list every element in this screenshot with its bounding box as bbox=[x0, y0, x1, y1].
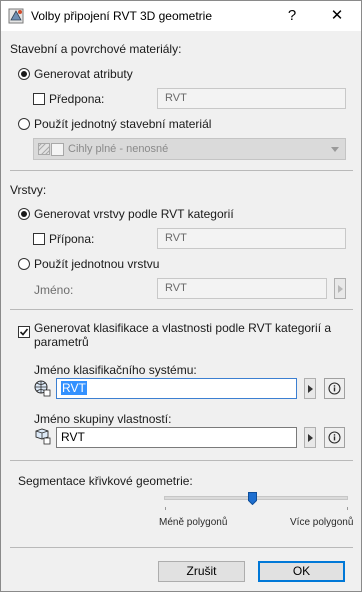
property-group-icon bbox=[35, 428, 51, 445]
title-bar: Volby připojení RVT 3D geometrie ? ✕ bbox=[1, 1, 361, 31]
segmentation-min-label: Méně polygonů bbox=[159, 517, 228, 528]
classification-system-value: RVT bbox=[61, 381, 87, 395]
classification-label-line1[interactable]: Generovat klasifikace a vlastnosti podle… bbox=[34, 321, 331, 335]
material-value: Cihly plné - nenosné bbox=[68, 143, 169, 155]
slider-tick bbox=[165, 507, 166, 510]
cancel-button[interactable]: Zrušit bbox=[158, 561, 245, 582]
chevron-down-icon bbox=[331, 147, 339, 152]
classification-checkbox[interactable] bbox=[18, 326, 30, 338]
close-button[interactable]: ✕ bbox=[325, 6, 349, 26]
prefix-field: RVT bbox=[157, 88, 346, 109]
separator bbox=[10, 309, 353, 310]
radio-single-layer[interactable] bbox=[18, 258, 30, 270]
layer-picker-arrow bbox=[334, 278, 346, 299]
hatch-pattern-icon bbox=[38, 143, 50, 155]
property-group-info-button[interactable] bbox=[324, 427, 345, 448]
checkmark-icon bbox=[19, 328, 29, 336]
layer-name-label: Jméno: bbox=[34, 283, 74, 297]
radio-single-layer-label[interactable]: Použít jednotnou vrstvu bbox=[34, 257, 159, 271]
separator bbox=[10, 460, 353, 461]
dialog-window: Volby připojení RVT 3D geometrie ? ✕ Sta… bbox=[0, 0, 362, 592]
classification-system-info-button[interactable] bbox=[324, 378, 345, 399]
radio-generate-layers[interactable] bbox=[18, 208, 30, 220]
material-swatch bbox=[51, 143, 64, 156]
segmentation-slider-thumb[interactable] bbox=[247, 492, 257, 505]
classification-system-field[interactable]: RVT bbox=[56, 378, 297, 399]
property-group-field[interactable]: RVT bbox=[56, 427, 297, 448]
segmentation-heading: Segmentace křivkové geometrie: bbox=[18, 474, 193, 488]
suffix-field: RVT bbox=[157, 228, 346, 249]
suffix-label[interactable]: Přípona: bbox=[49, 232, 94, 246]
layer-name-field: RVT bbox=[157, 278, 327, 299]
classification-system-arrow[interactable] bbox=[304, 378, 316, 399]
property-group-label: Jméno skupiny vlastností: bbox=[34, 412, 172, 426]
separator bbox=[10, 170, 353, 171]
radio-generate-attributes-label[interactable]: Generovat atributy bbox=[34, 67, 133, 81]
separator bbox=[10, 547, 353, 548]
radio-generate-layers-label[interactable]: Generovat vrstvy podle RVT kategorií bbox=[34, 207, 234, 221]
suffix-checkbox[interactable] bbox=[33, 233, 45, 245]
info-icon bbox=[328, 431, 341, 444]
layers-heading: Vrstvy: bbox=[10, 183, 47, 197]
help-button[interactable]: ? bbox=[282, 6, 302, 26]
radio-generate-attributes[interactable] bbox=[18, 68, 30, 80]
app-icon bbox=[8, 8, 24, 24]
material-dropdown: Cihly plné - nenosné bbox=[33, 138, 346, 160]
ok-button[interactable]: OK bbox=[258, 561, 345, 582]
segmentation-max-label: Více polygonů bbox=[290, 517, 354, 528]
classification-label-line2[interactable]: parametrů bbox=[34, 335, 89, 349]
classification-system-label: Jméno klasifikačního systému: bbox=[34, 363, 197, 377]
info-icon bbox=[328, 382, 341, 395]
prefix-label[interactable]: Předpona: bbox=[49, 92, 104, 106]
slider-tick bbox=[347, 507, 348, 510]
radio-single-material-label[interactable]: Použít jednotný stavební materiál bbox=[34, 117, 211, 131]
window-title: Volby připojení RVT 3D geometrie bbox=[31, 9, 212, 23]
prefix-checkbox[interactable] bbox=[33, 93, 45, 105]
property-group-arrow[interactable] bbox=[304, 427, 316, 448]
classification-globe-icon bbox=[34, 380, 51, 397]
radio-single-material[interactable] bbox=[18, 118, 30, 130]
materials-heading: Stavební a povrchové materiály: bbox=[10, 42, 182, 56]
